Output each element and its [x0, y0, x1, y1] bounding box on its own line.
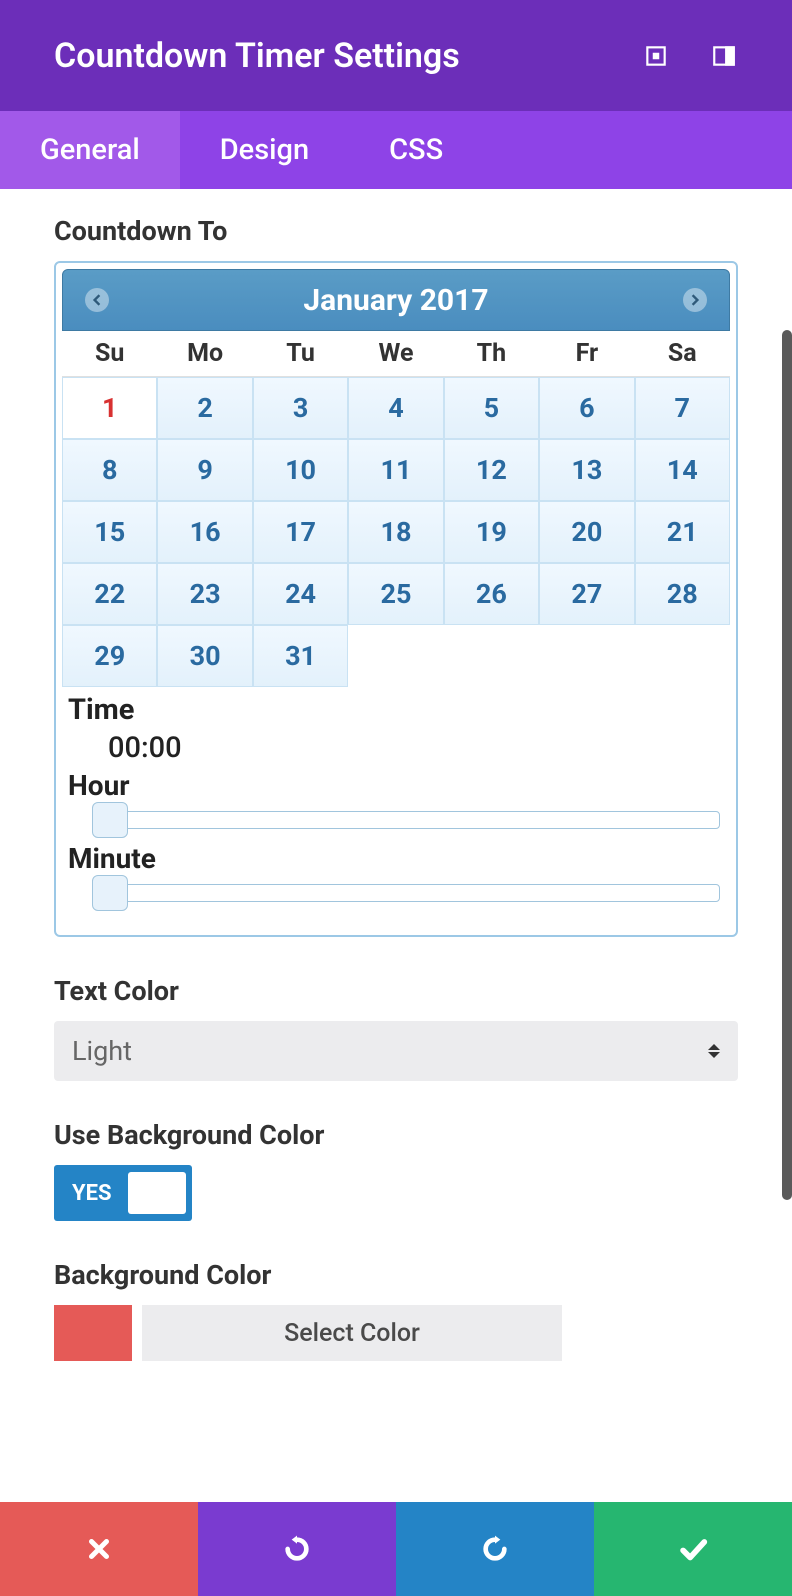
day-cell[interactable]: 4 — [348, 377, 443, 439]
cancel-button[interactable] — [0, 1502, 198, 1596]
minute-slider-handle[interactable] — [92, 875, 128, 911]
expand-icon[interactable] — [642, 42, 670, 70]
day-cell-empty — [635, 625, 730, 687]
bg-color-label: Background Color — [54, 1259, 738, 1291]
toggle-knob — [128, 1172, 186, 1214]
save-button[interactable] — [594, 1502, 792, 1596]
day-cell[interactable]: 9 — [157, 439, 252, 501]
snap-right-icon[interactable] — [710, 42, 738, 70]
day-cell[interactable]: 19 — [444, 501, 539, 563]
select-color-button[interactable]: Select Color — [142, 1305, 562, 1361]
day-cell[interactable]: 30 — [157, 625, 252, 687]
countdown-to-label: Countdown To — [54, 215, 738, 247]
day-cell[interactable]: 14 — [635, 439, 730, 501]
scrollbar-thumb[interactable] — [782, 330, 792, 1200]
day-cell[interactable]: 13 — [539, 439, 634, 501]
day-cell[interactable]: 22 — [62, 563, 157, 625]
hour-label: Hour — [68, 769, 724, 802]
day-cell[interactable]: 8 — [62, 439, 157, 501]
footer-actions — [0, 1502, 792, 1596]
tab-css[interactable]: CSS — [349, 111, 483, 189]
datepicker-dayheads: Su Mo Tu We Th Fr Sa — [62, 331, 730, 377]
next-month-icon[interactable] — [683, 288, 707, 312]
day-cell[interactable]: 27 — [539, 563, 634, 625]
dayhead-mo: Mo — [157, 331, 252, 377]
day-cell[interactable]: 12 — [444, 439, 539, 501]
day-cell[interactable]: 11 — [348, 439, 443, 501]
day-cell[interactable]: 26 — [444, 563, 539, 625]
day-cell[interactable]: 15 — [62, 501, 157, 563]
redo-button[interactable] — [396, 1502, 594, 1596]
text-color-select[interactable]: Light — [54, 1021, 738, 1081]
dayhead-th: Th — [444, 331, 539, 377]
time-label: Time — [68, 693, 724, 727]
day-cell[interactable]: 24 — [253, 563, 348, 625]
day-cell[interactable]: 5 — [444, 377, 539, 439]
dayhead-tu: Tu — [253, 331, 348, 377]
undo-button[interactable] — [198, 1502, 396, 1596]
text-color-label: Text Color — [54, 975, 738, 1007]
day-cell[interactable]: 2 — [157, 377, 252, 439]
use-bg-color-toggle[interactable]: YES — [54, 1165, 192, 1221]
bg-color-row: Select Color — [54, 1305, 738, 1361]
datepicker-header: January 2017 — [62, 269, 730, 331]
tabs-bar: General Design CSS — [0, 111, 792, 189]
day-cell[interactable]: 20 — [539, 501, 634, 563]
datepicker-days: 1234567891011121314151617181920212223242… — [62, 377, 730, 687]
minute-slider-track — [98, 884, 720, 902]
select-caret-icon — [708, 1044, 720, 1058]
use-bg-color-label: Use Background Color — [54, 1119, 738, 1151]
tab-design[interactable]: Design — [180, 111, 349, 189]
dayhead-sa: Sa — [635, 331, 730, 377]
text-color-value: Light — [72, 1035, 132, 1067]
modal-header: Countdown Timer Settings — [0, 0, 792, 111]
minute-slider[interactable] — [68, 875, 724, 911]
day-cell[interactable]: 17 — [253, 501, 348, 563]
day-cell[interactable]: 29 — [62, 625, 157, 687]
day-cell[interactable]: 31 — [253, 625, 348, 687]
datepicker: January 2017 Su Mo Tu We Th Fr Sa 123456… — [54, 261, 738, 937]
day-cell[interactable]: 18 — [348, 501, 443, 563]
day-cell[interactable]: 7 — [635, 377, 730, 439]
day-cell-empty — [539, 625, 634, 687]
day-cell[interactable]: 1 — [62, 377, 157, 439]
bg-color-swatch[interactable] — [54, 1305, 132, 1361]
hour-slider-handle[interactable] — [92, 802, 128, 838]
prev-month-icon[interactable] — [85, 288, 109, 312]
day-cell[interactable]: 21 — [635, 501, 730, 563]
modal-title: Countdown Timer Settings — [54, 36, 460, 76]
day-cell[interactable]: 3 — [253, 377, 348, 439]
time-section: Time 00:00 Hour Minute — [62, 687, 730, 929]
day-cell[interactable]: 25 — [348, 563, 443, 625]
dayhead-fr: Fr — [539, 331, 634, 377]
hour-slider[interactable] — [68, 802, 724, 838]
header-actions — [642, 42, 738, 70]
minute-label: Minute — [68, 842, 724, 875]
day-cell[interactable]: 23 — [157, 563, 252, 625]
dayhead-su: Su — [62, 331, 157, 377]
day-cell[interactable]: 6 — [539, 377, 634, 439]
day-cell-empty — [444, 625, 539, 687]
hour-slider-track — [98, 811, 720, 829]
tab-general[interactable]: General — [0, 111, 180, 189]
day-cell[interactable]: 16 — [157, 501, 252, 563]
toggle-yes-label: YES — [54, 1181, 112, 1206]
month-year-title: January 2017 — [303, 283, 488, 318]
day-cell[interactable]: 10 — [253, 439, 348, 501]
time-value: 00:00 — [68, 731, 724, 765]
day-cell[interactable]: 28 — [635, 563, 730, 625]
day-cell-empty — [348, 625, 443, 687]
dayhead-we: We — [348, 331, 443, 377]
content-area: Countdown To January 2017 Su Mo Tu We Th… — [0, 189, 792, 1401]
